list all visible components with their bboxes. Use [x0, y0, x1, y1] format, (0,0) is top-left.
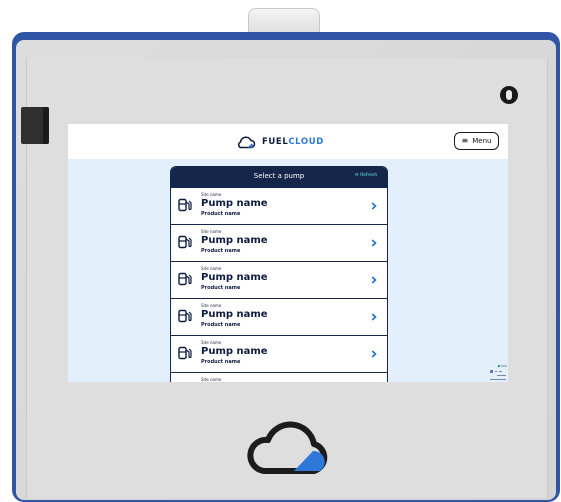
pump-list-item[interactable]: Site name Pump name Product name — [171, 262, 387, 299]
side-latch — [21, 107, 49, 144]
fuelcloud-logo: FUELCLOUD — [236, 134, 324, 150]
brand-suffix: CLOUD — [288, 137, 324, 147]
product-name: Product name — [201, 248, 241, 254]
chevron-right-icon — [371, 276, 377, 284]
chevron-right-icon — [371, 202, 377, 210]
pump-name: Pump name — [201, 198, 268, 209]
refresh-button[interactable]: ⟳ Refresh — [355, 173, 377, 178]
menu-button[interactable]: ≡ Menu — [454, 132, 499, 150]
pump-name: Pump name — [201, 309, 268, 320]
pump-list-item[interactable]: Site name Pump name Product name — [171, 336, 387, 373]
site-name: Site name — [201, 229, 222, 234]
fuel-pump-icon — [178, 272, 192, 286]
chevron-right-icon — [371, 239, 377, 247]
product-name: Product name — [201, 211, 241, 217]
fuel-pump-icon — [178, 235, 192, 249]
panel-header: Select a pump ⟳ Refresh — [171, 167, 387, 188]
site-name: Site name — [201, 340, 222, 345]
product-name: Product name — [201, 322, 241, 328]
power-button[interactable] — [500, 86, 518, 104]
fuel-pump-icon — [178, 198, 192, 212]
fuel-pump-icon — [178, 346, 192, 360]
site-name: Site name — [201, 266, 222, 271]
brand-name: FUELCLOUD — [262, 137, 324, 147]
status-indicator-marks — [490, 365, 507, 380]
chevron-right-icon — [371, 350, 377, 358]
pump-select-panel: Select a pump ⟳ Refresh Site name Pump na… — [170, 166, 388, 382]
menu-label: Menu — [472, 137, 492, 145]
cloud-logo-icon — [238, 135, 256, 148]
pump-list-item[interactable]: Site name Pump name Product name — [171, 225, 387, 262]
brand-prefix: FUEL — [262, 137, 289, 147]
product-name: Product name — [201, 285, 241, 291]
refresh-icon: ⟳ — [355, 173, 359, 178]
site-name: Site name — [201, 303, 222, 308]
site-name: Site name — [201, 377, 222, 382]
product-name: Product name — [201, 359, 241, 365]
pump-name: Pump name — [201, 272, 268, 283]
pump-name: Pump name — [201, 346, 268, 357]
site-name: Site name — [201, 192, 222, 197]
app-header: FUELCLOUD ≡ Menu — [68, 124, 508, 159]
fuel-pump-icon — [178, 309, 192, 323]
refresh-label: Refresh — [360, 173, 378, 178]
pump-name: Pump name — [201, 235, 268, 246]
hamburger-icon: ≡ — [461, 136, 469, 145]
pump-list-item[interactable]: Site name Pump name Product name — [171, 188, 387, 225]
chevron-right-icon — [371, 313, 377, 321]
pump-list-item[interactable]: Site name Pump name Product name — [171, 299, 387, 336]
fuelcloud-device-logo — [247, 421, 328, 474]
pump-list-item[interactable]: Site name — [171, 373, 387, 382]
touch-screen: FUELCLOUD ≡ Menu Select a pump ⟳ Refresh… — [68, 124, 508, 382]
